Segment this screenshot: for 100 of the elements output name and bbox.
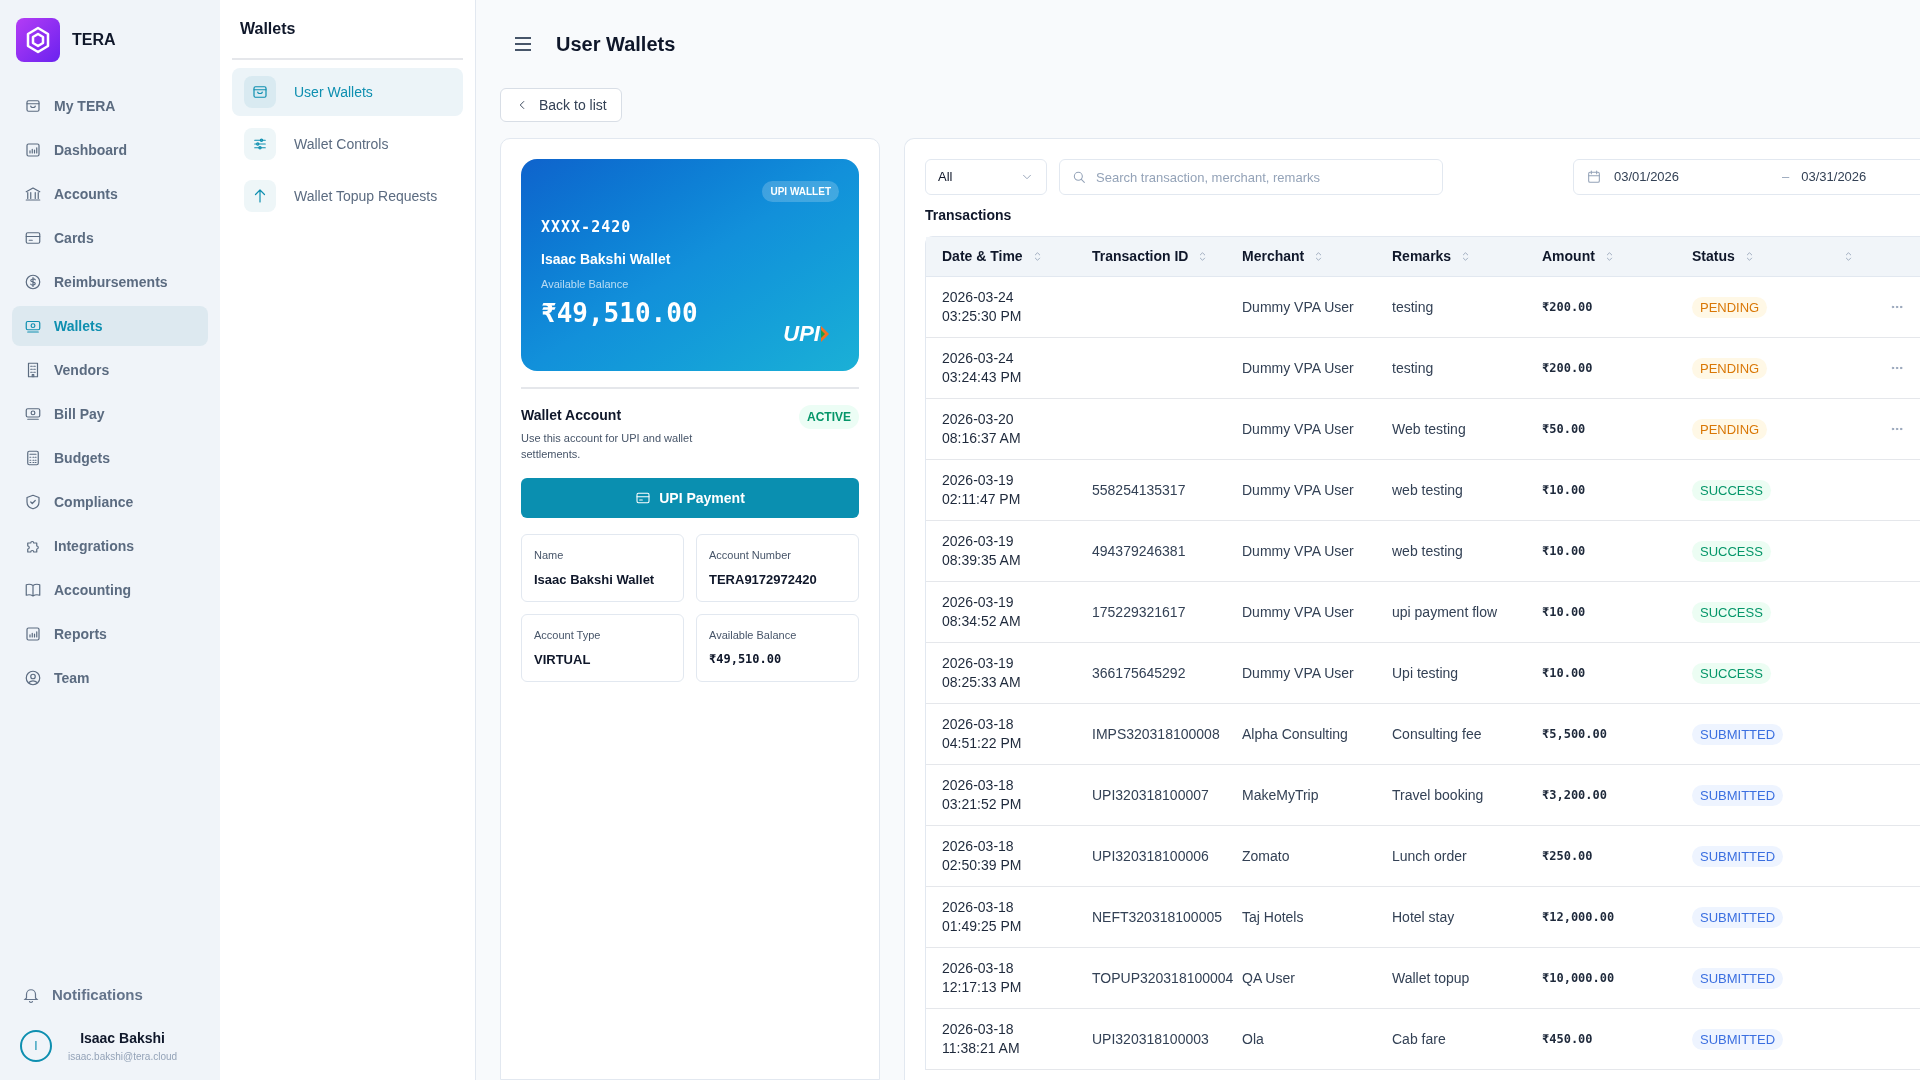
table-cell-text: 366175645292 — [1092, 663, 1187, 683]
sidebar-item[interactable]: Bill Pay — [12, 394, 208, 434]
subnav-item[interactable]: Wallet Controls — [232, 120, 463, 168]
table-cell-text: 2026-03-19 02:11:47 PM — [942, 471, 1022, 509]
logo-text: UPI — [783, 323, 820, 345]
bar-chart-icon — [24, 625, 42, 643]
sidebar-item[interactable]: Integrations — [12, 526, 208, 566]
table-cell-text: 2026-03-19 08:34:52 AM — [942, 593, 1022, 631]
table-cell-text: ₹50.00 — [1542, 421, 1587, 438]
sidebar-item[interactable]: Team — [12, 658, 208, 698]
type-select[interactable]: All — [925, 159, 1047, 195]
sidebar-item[interactable]: Cards — [12, 218, 208, 258]
bank-icon — [24, 185, 42, 203]
sidebar-item[interactable]: Accounts — [12, 174, 208, 214]
back-button[interactable]: Back to list — [500, 88, 622, 122]
field-label: Account Type — [534, 628, 602, 643]
sidebar-item[interactable]: Wallets — [12, 306, 208, 346]
wallet-icon — [251, 83, 269, 101]
date-input[interactable]: 03/31/2026 — [1801, 167, 1867, 187]
user-circle-icon — [24, 669, 42, 687]
notifications-link[interactable]: Notifications — [12, 977, 208, 1012]
account-description: Use this account for UPI and wallet settlements. — [521, 431, 694, 462]
sidebar-item[interactable]: Accounting — [12, 570, 208, 610]
table-cell-text: 2026-03-18 02:50:39 PM — [942, 837, 1023, 875]
subnav-item[interactable]: User Wallets — [232, 68, 463, 116]
card-number: XXXX-2420 — [541, 217, 633, 238]
table-cell-text: Dummy VPA User — [1242, 358, 1355, 378]
status-badge: SUBMITTED — [1692, 784, 1784, 806]
table-cell-text: Taj Hotels — [1242, 907, 1305, 927]
calendar-icon[interactable] — [1586, 169, 1602, 185]
table-cell-text: Cab fare — [1392, 1029, 1447, 1049]
table-cell-text: web testing — [1392, 480, 1464, 500]
banknote-icon — [24, 405, 42, 423]
brand-name: TERA — [72, 30, 116, 50]
table-cell-text: Dummy VPA User — [1242, 419, 1355, 439]
table-cell-text: 494379246381 — [1092, 541, 1187, 561]
status-badge: SUCCESS — [1692, 540, 1771, 562]
table-cell-text: ₹200.00 — [1542, 360, 1594, 377]
tera-logo-icon — [16, 18, 60, 62]
table-cell-text: Consulting fee — [1392, 724, 1483, 744]
wallet-type-badge: UPI WALLET — [762, 181, 839, 202]
table-cell-text: Wallet topup — [1392, 968, 1471, 988]
table-cell-text: 2026-03-18 12:17:13 PM — [942, 959, 1023, 997]
field-value: Isaac Bakshi Wallet — [534, 570, 656, 589]
sidebar-item[interactable]: Reimbursements — [12, 262, 208, 302]
calculator-icon — [24, 449, 42, 467]
page-title: User Wallets — [556, 32, 676, 57]
field-value: VIRTUAL — [534, 650, 592, 669]
table-cell-text: 2026-03-18 01:49:25 PM — [942, 898, 1023, 936]
wallet-icon — [24, 97, 42, 115]
column-header[interactable]: Remarks — [1392, 246, 1452, 267]
table-cell-text: Hotel stay — [1392, 907, 1456, 927]
table-cell-text: Alpha Consulting — [1242, 724, 1349, 744]
table-cell-text: ₹200.00 — [1542, 299, 1594, 316]
table-cell-text: UPI320318100006 — [1092, 846, 1210, 866]
table-cell-text: testing — [1392, 297, 1435, 317]
column-header[interactable]: Date & Time — [942, 246, 1023, 267]
sidebar-item[interactable]: Budgets — [12, 438, 208, 478]
menu-icon[interactable] — [514, 37, 532, 51]
status-badge: SUBMITTED — [1692, 1028, 1784, 1050]
column-header[interactable]: Amount — [1542, 246, 1595, 267]
search-field[interactable]: Search transaction, merchant, remarks — [1059, 159, 1443, 195]
upi-payment-button[interactable]: UPI Payment — [521, 478, 859, 518]
table-cell-text: TOPUP320318100004 — [1092, 968, 1235, 988]
sidebar-item[interactable]: Dashboard — [12, 130, 208, 170]
wallet-name: Isaac Bakshi Wallet — [541, 249, 672, 269]
date-input[interactable]: 03/01/2026 — [1614, 167, 1774, 187]
table-cell-text: 2026-03-19 08:25:33 AM — [942, 654, 1022, 692]
table-cell-text: 2026-03-18 11:38:21 AM — [942, 1020, 1021, 1058]
table-cell-text: upi payment flow — [1392, 602, 1499, 622]
table-cell-text: Lunch order — [1392, 846, 1468, 866]
table-cell-text: 2026-03-20 08:16:37 AM — [942, 410, 1022, 448]
column-header[interactable]: Merchant — [1242, 246, 1305, 267]
sidebar-item[interactable]: Vendors — [12, 350, 208, 390]
sidebar-item[interactable]: Compliance — [12, 482, 208, 522]
sidebar-item[interactable]: Reports — [12, 614, 208, 654]
field-label: Account Number — [709, 548, 792, 563]
table-cell-text: NEFT320318100005 — [1092, 907, 1223, 927]
column-header[interactable]: Transaction ID — [1092, 246, 1189, 267]
bar-chart-icon — [24, 141, 42, 159]
table-cell-text: ₹5,500.00 — [1542, 726, 1609, 743]
subnav-item[interactable]: Wallet Topup Requests — [232, 172, 463, 220]
table-cell-text: Dummy VPA User — [1242, 541, 1355, 561]
table-cell-text: 2026-03-24 03:25:30 PM — [942, 288, 1023, 326]
table-cell-text: testing — [1392, 358, 1435, 378]
user-avatar[interactable]: I — [20, 1030, 52, 1062]
table-cell-text: ₹250.00 — [1542, 848, 1594, 865]
field-value: ₹49,510.00 — [709, 650, 783, 668]
table-cell-text: ₹12,000.00 — [1542, 909, 1616, 926]
table-cell-text: web testing — [1392, 541, 1464, 561]
column-header[interactable]: Status — [1692, 246, 1735, 267]
table-cell-text: IMPS320318100008 — [1092, 724, 1221, 744]
sidebar-item[interactable]: My TERA — [12, 86, 208, 126]
table-cell-text: ₹10,000.00 — [1542, 970, 1616, 987]
field-value: TERA9172972420 — [709, 570, 818, 589]
user-name: Isaac Bakshi — [80, 1029, 165, 1048]
book-icon — [24, 581, 42, 599]
table-cell-text: UPI320318100003 — [1092, 1029, 1210, 1049]
table-cell-text: MakeMyTrip — [1242, 785, 1320, 805]
table-cell-text: ₹10.00 — [1542, 543, 1587, 560]
